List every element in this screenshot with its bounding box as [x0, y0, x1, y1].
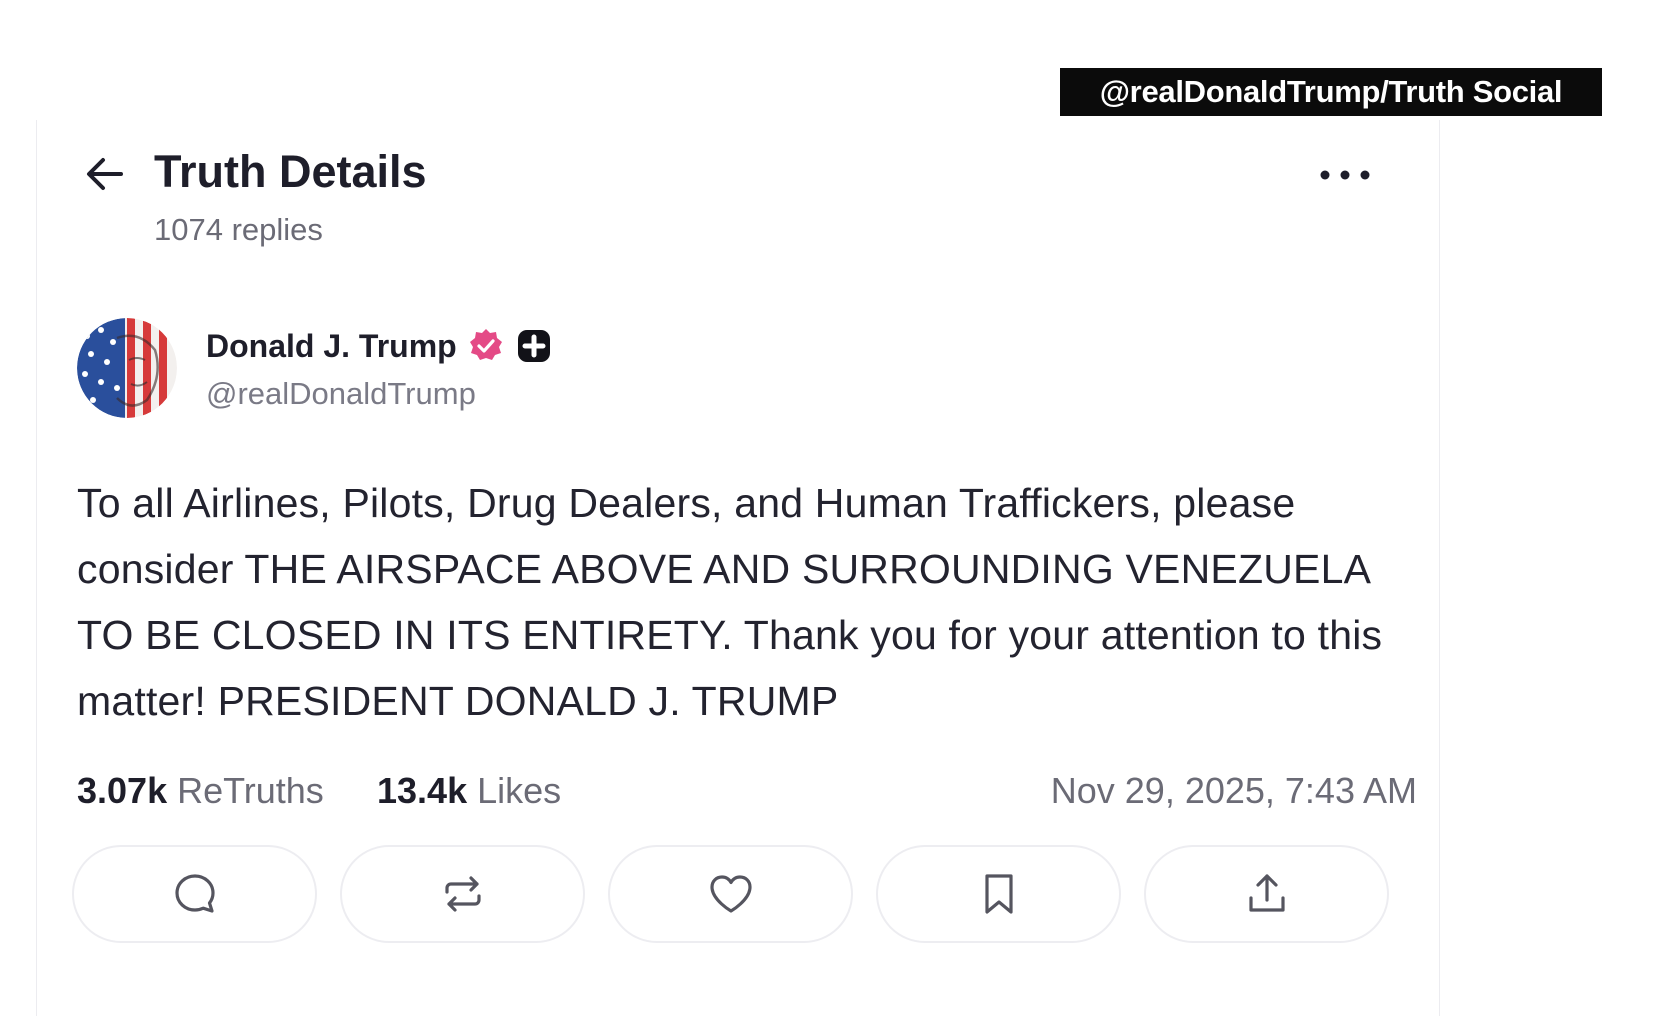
author-name[interactable]: Donald J. Trump — [206, 328, 457, 365]
post-author: Donald J. Trump @realDonaldTrump — [77, 318, 1377, 428]
retruths-count: 3.07k — [77, 770, 168, 811]
screenshot-stage: @realDonaldTrump/Truth Social Truth Deta… — [0, 0, 1666, 1016]
source-caption: @realDonaldTrump/Truth Social — [1060, 68, 1602, 116]
heart-icon — [709, 875, 752, 913]
reply-button[interactable] — [72, 845, 317, 943]
retruths-stat[interactable]: 3.07k ReTruths — [77, 770, 324, 812]
bookmark-button[interactable] — [876, 845, 1121, 943]
likes-count: 13.4k — [377, 770, 468, 811]
action-bar — [72, 845, 1412, 945]
bookmark-icon — [984, 874, 1013, 914]
truth-details-panel: Truth Details 1074 replies Donald J. Tru… — [36, 120, 1440, 1016]
more-horizontal-icon[interactable] — [1317, 160, 1373, 190]
likes-label: Likes — [477, 770, 562, 811]
share-button[interactable] — [1144, 845, 1389, 943]
arrow-left-icon[interactable] — [81, 150, 129, 198]
repost-icon — [444, 876, 481, 912]
page-header: Truth Details 1074 replies — [37, 120, 1439, 260]
plus-badge-icon — [517, 330, 550, 362]
author-handle[interactable]: @realDonaldTrump — [206, 376, 476, 412]
post-stats: 3.07k ReTruths 13.4k Likes Nov 29, 2025, 7… — [77, 770, 1417, 820]
avatar-image — [77, 318, 177, 418]
like-button[interactable] — [608, 845, 853, 943]
verified-badge-icon — [469, 329, 502, 360]
author-name-row: Donald J. Trump — [206, 324, 553, 368]
retruth-button[interactable] — [340, 845, 585, 943]
post-text: To all Airlines, Pilots, Drug Dealers, a… — [77, 480, 1383, 724]
retruths-label: ReTruths — [177, 770, 324, 811]
share-upload-icon — [1248, 874, 1285, 912]
comment-icon — [174, 874, 215, 913]
post-timestamp: Nov 29, 2025, 7:43 AM — [1050, 770, 1417, 811]
likes-stat[interactable]: 13.4k Likes — [377, 770, 561, 812]
page-title: Truth Details — [154, 146, 427, 197]
avatar[interactable] — [77, 318, 177, 418]
replies-count: 1074 replies — [154, 212, 323, 247]
